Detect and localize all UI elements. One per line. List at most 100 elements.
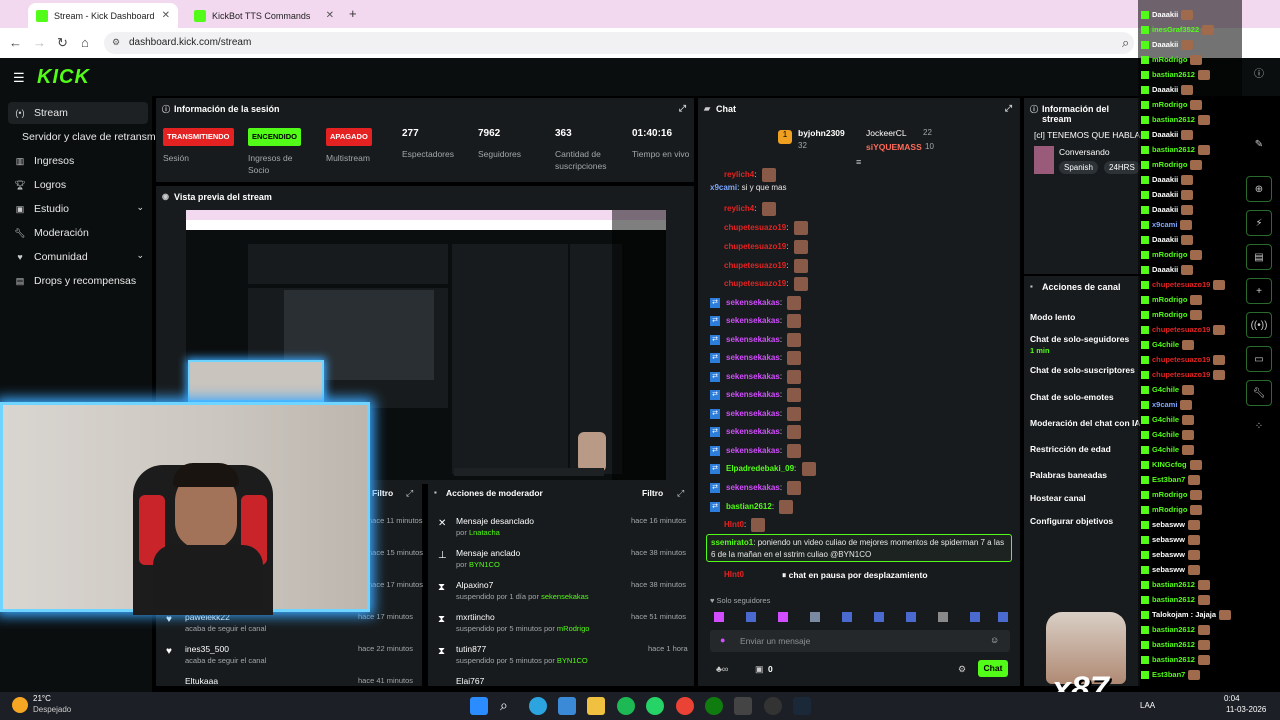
pencil-icon[interactable]: ✎ xyxy=(1246,132,1272,158)
obs-icon[interactable] xyxy=(764,697,782,715)
channel-action-host[interactable]: Hostear canal xyxy=(1030,493,1086,503)
message-user[interactable]: sekensekakas xyxy=(726,298,780,307)
forward-icon[interactable]: → xyxy=(33,35,46,50)
reload-icon[interactable]: ↻ xyxy=(57,35,68,51)
more-icon[interactable]: ⁘ xyxy=(1246,414,1272,440)
sync-icon[interactable]: ⊕ xyxy=(1246,176,1272,202)
tag-chip[interactable]: Spanish xyxy=(1059,161,1098,174)
sidebar-item-achievements[interactable]: 🏆︎ Logros xyxy=(8,174,148,196)
tab-stream-dashboard[interactable]: Stream - Kick Dashboard ✕ xyxy=(28,3,178,28)
message-user[interactable]: Hlnt0 xyxy=(724,520,744,529)
close-tab-icon[interactable]: ✕ xyxy=(326,10,334,21)
chrome-icon[interactable] xyxy=(676,697,694,715)
emote-icon[interactable] xyxy=(746,612,756,622)
chat-message[interactable]: Hlnt0: xyxy=(724,518,766,532)
message-user[interactable]: bastian2612 xyxy=(726,502,772,511)
mic-icon[interactable]: ● xyxy=(720,635,725,645)
emote-icon[interactable] xyxy=(874,612,884,622)
emote-icon[interactable] xyxy=(998,612,1008,622)
zoom-icon[interactable]: ⌕ xyxy=(1122,35,1129,51)
settings-icon[interactable]: ♣∞ xyxy=(716,664,728,674)
channel-action-subscribers-only[interactable]: Chat de solo-suscriptores xyxy=(1030,365,1135,375)
capture-icon[interactable] xyxy=(734,697,752,715)
monitor-icon[interactable]: ▭ xyxy=(1246,346,1272,372)
bolt-icon[interactable]: ⚡︎ xyxy=(1246,210,1272,236)
document-icon[interactable]: ▤ xyxy=(1246,244,1272,270)
emote-icon[interactable] xyxy=(778,612,788,622)
home-icon[interactable]: ⌂ xyxy=(81,35,89,50)
message-user[interactable]: sekensekakas xyxy=(726,409,780,418)
clock-date[interactable]: 11-03-2026 xyxy=(1226,705,1266,714)
sidebar-item-income[interactable]: ▥ Ingresos xyxy=(8,150,148,172)
chat-message[interactable]: ⇄ bastian2612: xyxy=(710,500,794,514)
chat-message[interactable]: ⇄ Elpadredebaki_09: xyxy=(710,462,816,476)
channel-action-followers-only[interactable]: Chat de solo-seguidores 1 min xyxy=(1030,334,1129,355)
message-user[interactable]: Elpadredebaki_09 xyxy=(726,464,794,473)
sidebar-item-drops[interactable]: ▤ Drops y recompensas xyxy=(8,270,148,292)
sidebar-item-moderation[interactable]: 🔧︎ Moderación xyxy=(8,222,148,244)
site-info-icon[interactable]: ⚙ xyxy=(112,37,120,48)
channel-action-slow-mode[interactable]: Modo lento xyxy=(1030,312,1075,322)
steam-icon[interactable] xyxy=(793,697,811,715)
collapse-icon[interactable]: ≡ xyxy=(856,157,861,167)
clock-time[interactable]: 0:04 xyxy=(1224,694,1240,703)
channel-action-goals[interactable]: Configurar objetivos xyxy=(1030,516,1113,526)
message-user[interactable]: sekensekakas xyxy=(726,316,780,325)
channel-action-ai-moderation[interactable]: Moderación del chat con IA xyxy=(1030,418,1141,428)
sidebar-item-stream[interactable]: (•) Stream xyxy=(8,102,148,124)
message-user[interactable]: sekensekakas xyxy=(726,353,780,362)
filter-button[interactable]: Filtro xyxy=(372,488,393,498)
language-indicator[interactable]: LAA xyxy=(1140,701,1155,710)
windows-start-icon[interactable] xyxy=(470,697,488,715)
gear-icon[interactable]: ⚙ xyxy=(958,664,966,675)
expand-icon[interactable]: ⤢ xyxy=(406,488,413,499)
chat-message[interactable]: ⇄ sekensekakas: xyxy=(710,444,802,458)
emote-icon[interactable] xyxy=(810,612,820,622)
chat-message[interactable]: x9cami: si y que mas xyxy=(710,183,787,192)
tag-chip[interactable]: 24HRS xyxy=(1104,161,1140,174)
chat-message[interactable]: chupetesuazo19: xyxy=(724,240,808,254)
folder-icon[interactable] xyxy=(587,697,605,715)
xbox-icon[interactable] xyxy=(705,697,723,715)
sidebar-item-server-key[interactable]: Servidor y clave de retransm xyxy=(8,126,160,148)
message-user[interactable]: chupetesuazo19 xyxy=(724,261,786,270)
emoji-icon[interactable]: ☺ xyxy=(990,635,999,645)
message-user[interactable]: sekensekakas xyxy=(726,335,780,344)
message-user[interactable]: x9cami xyxy=(710,183,737,192)
expand-icon[interactable]: ⤢ xyxy=(1005,103,1012,114)
chat-message[interactable]: chupetesuazo19: xyxy=(724,277,808,291)
chat-message[interactable]: reylich4: xyxy=(724,168,776,182)
spotify-icon[interactable] xyxy=(617,697,635,715)
message-user[interactable]: sekensekakas xyxy=(726,483,780,492)
message-user[interactable]: chupetesuazo19 xyxy=(724,279,786,288)
message-user[interactable]: sekensekakas xyxy=(726,427,780,436)
kick-logo[interactable]: KICK xyxy=(37,66,90,89)
search-icon[interactable]: ⌕ xyxy=(500,697,518,715)
whatsapp-icon[interactable] xyxy=(646,697,664,715)
chat-message[interactable]: ⇄ sekensekakas: xyxy=(710,333,802,347)
chat-message[interactable]: chupetesuazo19: xyxy=(724,259,808,273)
emote-icon[interactable] xyxy=(714,612,724,622)
emote-icon[interactable] xyxy=(938,612,948,622)
message-user[interactable]: reylich4 xyxy=(724,170,754,179)
message-user[interactable]: chupetesuazo19 xyxy=(724,242,786,251)
close-tab-icon[interactable]: ✕ xyxy=(162,10,170,21)
url-field[interactable]: ⚙ dashboard.kick.com/stream xyxy=(104,32,1134,54)
filter-button[interactable]: Filtro xyxy=(642,488,663,498)
emote-icon[interactable] xyxy=(970,612,980,622)
message-user[interactable]: sekensekakas xyxy=(726,372,780,381)
broadcast-icon[interactable]: ((•)) xyxy=(1246,312,1272,338)
chat-message[interactable]: ⇄ sekensekakas: xyxy=(710,425,802,439)
wrench-icon[interactable]: 🔧︎ xyxy=(1246,380,1272,406)
chevron-down-icon[interactable]: ⌄ xyxy=(136,250,144,261)
message-user[interactable]: sekensekakas xyxy=(726,390,780,399)
chat-message[interactable]: chupetesuazo19: xyxy=(724,221,808,235)
tab-kickbot[interactable]: KickBot TTS Commands ✕ xyxy=(186,3,342,28)
chat-message[interactable]: ⇄ sekensekakas: xyxy=(710,481,802,495)
sidebar-item-studio[interactable]: ▣ Estudio ⌄ xyxy=(8,198,148,220)
chat-message[interactable]: ⇄ sekensekakas: xyxy=(710,351,802,365)
chat-message[interactable]: ⇄ sekensekakas: xyxy=(710,388,802,402)
expand-icon[interactable]: ⤢ xyxy=(679,103,686,114)
chat-message[interactable]: ⇄ sekensekakas: xyxy=(710,407,802,421)
chat-message[interactable]: ⇄ sekensekakas: xyxy=(710,370,802,384)
